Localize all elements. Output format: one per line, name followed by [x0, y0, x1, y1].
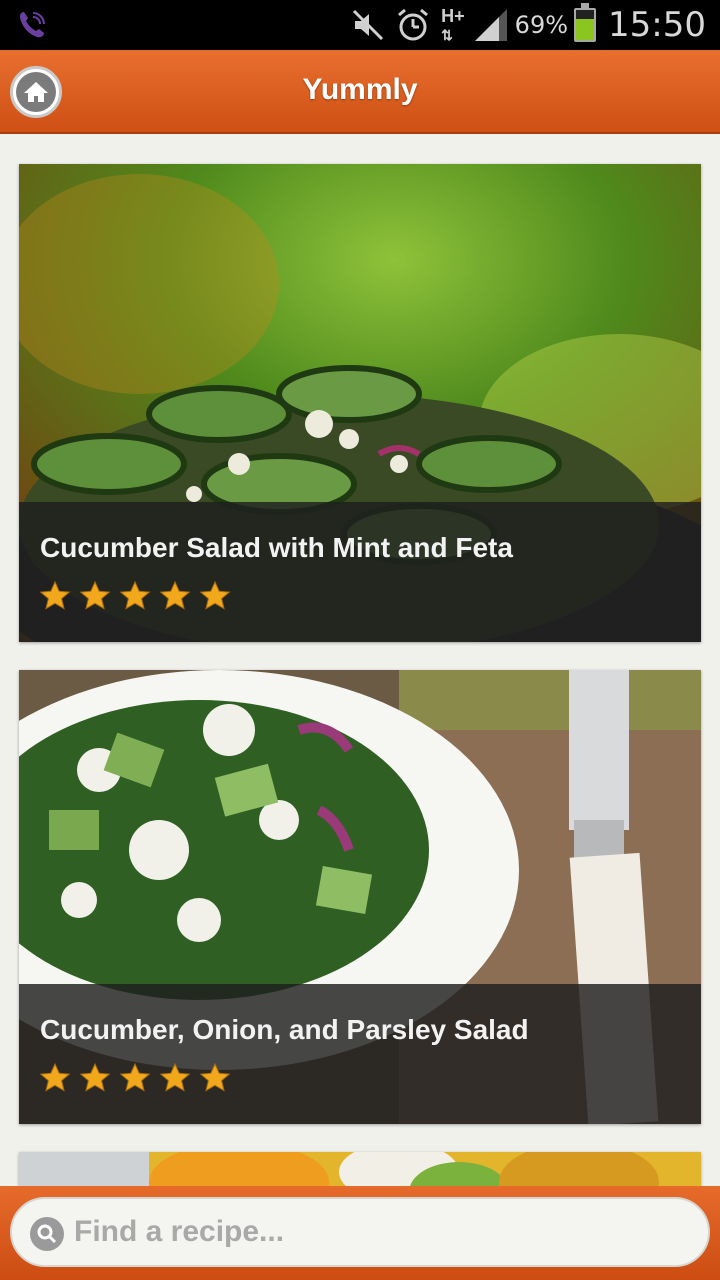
recipe-card[interactable]: Cucumber, Onion, and Parsley Salad: [19, 670, 701, 1124]
star-icon: [159, 1062, 191, 1092]
star-icon: [199, 580, 231, 610]
star-icon: [119, 1062, 151, 1092]
recipe-feed[interactable]: Cucumber Salad with Mint and Feta Cucumb…: [0, 136, 720, 1186]
status-bar: H+ ⇅ 69% 15:50: [0, 0, 720, 50]
recipe-card[interactable]: [19, 1152, 701, 1186]
magnifier-glyph: [37, 1224, 57, 1244]
search-field[interactable]: [10, 1197, 710, 1267]
alarm-icon: [398, 8, 429, 41]
star-icon: [199, 1062, 231, 1092]
network-hplus-icon: H+ ⇅: [441, 5, 465, 43]
search-icon: [30, 1217, 64, 1251]
salad-photo-partial: [19, 1152, 701, 1186]
battery-percent: 69%: [514, 11, 569, 39]
search-input[interactable]: [74, 1199, 694, 1265]
recipe-title: Cucumber, Onion, and Parsley Salad: [40, 1014, 529, 1045]
star-icon: [79, 1062, 111, 1092]
recipe-card[interactable]: Cucumber Salad with Mint and Feta: [19, 164, 701, 642]
app-title: Yummly: [302, 73, 418, 106]
star-icon: [39, 580, 71, 610]
rating-stars: [39, 580, 239, 612]
star-icon: [119, 580, 151, 610]
star-icon: [159, 580, 191, 610]
battery-icon: [574, 3, 597, 42]
rating-stars: [39, 1062, 239, 1094]
star-icon: [39, 1062, 71, 1092]
recipe-caption: Cucumber Salad with Mint and Feta: [19, 502, 701, 642]
recipe-caption: Cucumber, Onion, and Parsley Salad: [19, 984, 701, 1124]
signal-icon: [474, 9, 507, 41]
battery-level: [576, 19, 595, 40]
mute-icon: [353, 9, 384, 41]
search-bar: [0, 1186, 720, 1280]
clock: 15:50: [608, 5, 706, 45]
star-icon: [79, 580, 111, 610]
recipe-title: Cucumber Salad with Mint and Feta: [40, 532, 513, 563]
viber-call-icon: [20, 12, 45, 38]
app-header: Yummly: [0, 50, 720, 134]
network-label: H+: [441, 5, 465, 26]
